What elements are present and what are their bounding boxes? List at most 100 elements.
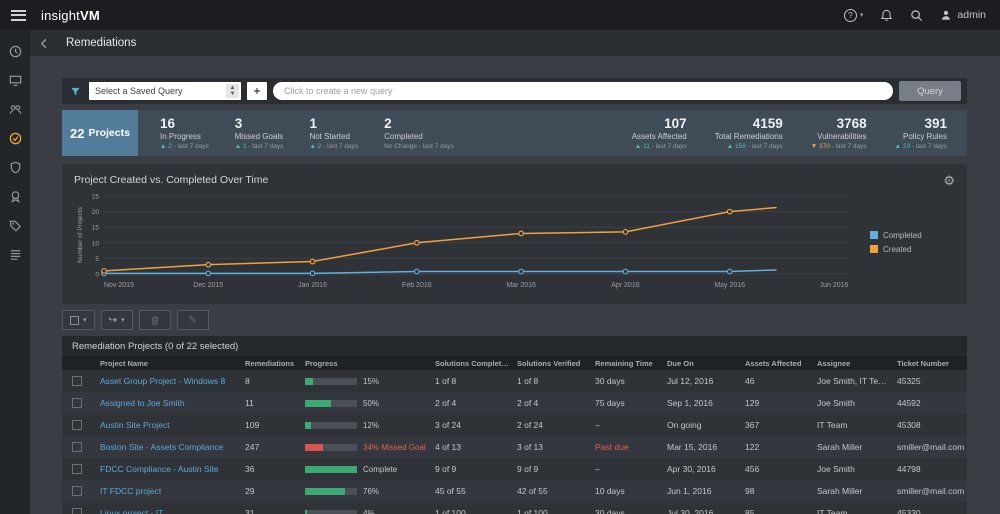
stat-value: 2 xyxy=(384,117,454,131)
down-arrow-icon: ▼ 370 xyxy=(811,143,832,150)
row-checkbox[interactable] xyxy=(72,486,82,496)
stat-label: Policy Rules xyxy=(903,132,947,141)
project-link[interactable]: Linux project - IT xyxy=(100,508,163,514)
sidebar-item-goals[interactable] xyxy=(7,188,23,204)
progress-fill xyxy=(305,444,323,451)
select-arrows-icon: ▲▼ xyxy=(226,84,239,98)
project-link[interactable]: IT FDCC project xyxy=(100,486,161,496)
query-button[interactable]: Query xyxy=(899,81,961,101)
sidebar-item-dashboard[interactable] xyxy=(7,43,23,59)
stat-value: 1 xyxy=(309,117,358,131)
user-label: admin xyxy=(957,9,986,21)
sidebar-item-reports[interactable] xyxy=(7,246,23,262)
project-name-cell: FDCC Compliance - Austin Site xyxy=(92,464,237,474)
stat-label: Vulnerabilities xyxy=(817,132,867,141)
data-point-created xyxy=(102,269,107,274)
pencil-icon: ✎ xyxy=(188,315,196,326)
stat-total-remediations: 4159Total Remediations▲ 159 - last 7 day… xyxy=(715,117,783,150)
none-arrow-icon: No Change xyxy=(384,143,419,150)
remediations-cell: 11 xyxy=(237,398,297,408)
delete-button[interactable] xyxy=(139,310,171,330)
edit-button[interactable]: ✎ xyxy=(177,310,209,330)
stat-label: Missed Goals xyxy=(235,132,284,141)
hamburger-menu-icon[interactable] xyxy=(11,7,26,23)
remaining-time-cell: – xyxy=(587,420,659,430)
stat-value: 391 xyxy=(924,117,947,131)
projects-summary[interactable]: 22 Projects xyxy=(62,110,138,156)
table-row: IT FDCC project2976%45 of 5542 of 5510 d… xyxy=(62,480,967,502)
row-checkbox[interactable] xyxy=(72,376,82,386)
solutions-verified-cell: 1 of 100 xyxy=(509,508,587,514)
stat-label: Total Remediations xyxy=(715,132,783,141)
sidebar-item-assets[interactable] xyxy=(7,72,23,88)
legend-swatch xyxy=(870,245,878,253)
column-header-ticket-number[interactable]: Ticket Number xyxy=(889,359,967,368)
line-chart: 0510152025Nov 2015Dec 2015Jan 2016Feb 20… xyxy=(74,190,864,294)
progress-cell: 12% xyxy=(297,421,427,430)
legend-completed: Completed xyxy=(870,231,950,240)
ticket-number-cell: 45308 xyxy=(889,420,967,430)
column-header-remaining-time[interactable]: Remaining Time xyxy=(587,359,659,368)
progress-fill xyxy=(305,466,357,473)
svg-text:0: 0 xyxy=(95,272,99,279)
row-checkbox[interactable] xyxy=(72,420,82,430)
sidebar-item-policies[interactable] xyxy=(7,159,23,175)
assign-dropdown-button[interactable]: ↪ ▾ xyxy=(101,310,133,330)
sidebar-item-users[interactable] xyxy=(7,101,23,117)
series-line-created xyxy=(104,208,777,271)
project-link[interactable]: Asset Group Project - Windows 8 xyxy=(100,376,225,386)
select-all-dropdown-button[interactable]: ▾ xyxy=(62,310,95,330)
sidebar-item-tags[interactable] xyxy=(7,217,23,233)
row-checkbox-cell xyxy=(62,464,92,474)
row-checkbox[interactable] xyxy=(72,464,82,474)
up-arrow-icon: ▲ 2 xyxy=(309,143,323,150)
sidebar-item-remediations[interactable] xyxy=(7,130,23,146)
data-point-completed xyxy=(206,271,211,276)
stat-in-progress: 16In Progress▲ 2 - last 7 days xyxy=(160,117,209,150)
stat-trend: ▲ 23 - last 7 days xyxy=(895,143,947,150)
stat-value: 107 xyxy=(664,117,687,131)
column-header-project-name[interactable]: Project Name xyxy=(92,359,237,368)
user-menu-button[interactable]: admin xyxy=(940,9,986,21)
project-link[interactable]: FDCC Compliance - Austin Site xyxy=(100,464,219,474)
due-on-cell: Apr 30, 2016 xyxy=(659,464,737,474)
due-on-cell: On going xyxy=(659,420,737,430)
project-link[interactable]: Assigned to Joe Smith xyxy=(100,398,185,408)
row-checkbox[interactable] xyxy=(72,442,82,452)
notifications-button[interactable] xyxy=(880,9,893,22)
project-link[interactable]: Austin Site Project xyxy=(100,420,169,430)
search-button[interactable] xyxy=(910,9,923,22)
solutions-completed-cell: 1 of 8 xyxy=(427,376,509,386)
back-button[interactable] xyxy=(39,38,50,49)
topbar-actions: ? ▾ admin xyxy=(844,9,1000,22)
filter-button[interactable] xyxy=(68,86,83,97)
saved-query-select[interactable]: Select a Saved Query ▲▼ xyxy=(89,82,241,100)
project-link[interactable]: Boston Site - Assets Compliance xyxy=(100,442,223,452)
solutions-completed-cell: 3 of 24 xyxy=(427,420,509,430)
row-checkbox[interactable] xyxy=(72,508,82,514)
row-checkbox[interactable] xyxy=(72,398,82,408)
gear-icon[interactable]: ⚙ xyxy=(943,174,955,187)
column-header-solutions-completed[interactable]: Solutions Completed xyxy=(427,359,509,368)
column-header-assets-affected[interactable]: Assets Affected xyxy=(737,359,809,368)
new-query-input[interactable] xyxy=(273,82,893,100)
column-header-remediations[interactable]: Remediations xyxy=(237,359,297,368)
progress-fill xyxy=(305,422,311,429)
column-header-progress[interactable]: Progress xyxy=(297,359,427,368)
chart-panel: Project Created vs. Completed Over Time … xyxy=(62,164,967,304)
stats-left-group: 16In Progress▲ 2 - last 7 days3Missed Go… xyxy=(138,110,454,156)
column-header-assignee[interactable]: Assignee xyxy=(809,359,889,368)
column-header-due-on[interactable]: Due On xyxy=(659,359,737,368)
assets-affected-cell: 122 xyxy=(737,442,809,452)
projects-count: 22 xyxy=(70,126,84,141)
column-header-solutions-verified[interactable]: Solutions Verified xyxy=(509,359,587,368)
progress-cell: 76% xyxy=(297,487,427,496)
help-menu-button[interactable]: ? ▾ xyxy=(844,9,864,22)
stat-label: Assets Affected xyxy=(632,132,687,141)
project-name-cell: Linux project - IT xyxy=(92,508,237,514)
remediations-icon xyxy=(8,131,23,146)
svg-text:Nov 2015: Nov 2015 xyxy=(104,282,134,289)
ticket-number-cell: 45330 xyxy=(889,508,967,514)
remaining-time-cell: – xyxy=(587,464,659,474)
save-query-button[interactable] xyxy=(247,82,267,100)
